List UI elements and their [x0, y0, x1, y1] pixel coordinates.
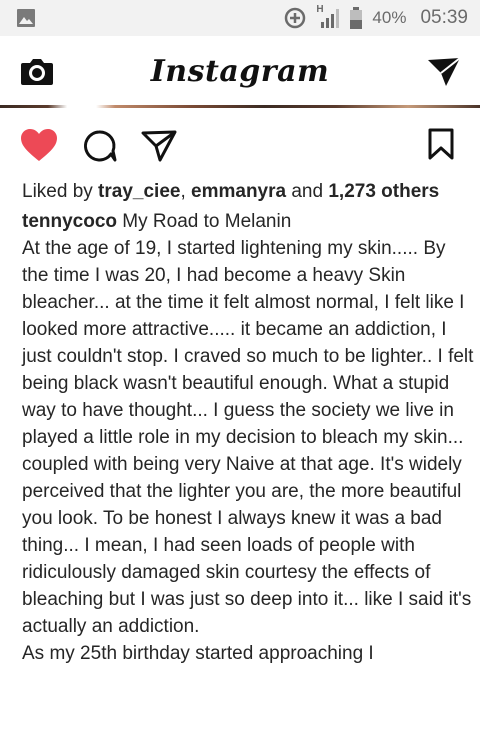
clock: 05:39 [420, 7, 468, 28]
likes-and: and [286, 181, 329, 202]
post-caption: tennycoco My Road to Melanin At the age … [22, 208, 474, 667]
caption-username[interactable]: tennycoco [22, 211, 117, 232]
liker-link[interactable]: tray_ciee [98, 181, 180, 202]
signal-icon: H [316, 4, 340, 29]
data-saver-icon [284, 7, 306, 29]
heart-icon[interactable] [20, 128, 58, 162]
caption-title: My Road to Melanin [117, 211, 292, 232]
liker-link[interactable]: emmanyra [191, 181, 286, 202]
gallery-icon [16, 8, 36, 28]
likes-line: Liked by tray_ciee, emmanyra and 1,273 o… [22, 180, 472, 204]
app-header: Instagram [0, 36, 480, 106]
caption-paragraph: As my 25th birthday started approaching … [22, 643, 374, 664]
direct-message-icon[interactable] [426, 56, 462, 88]
likes-prefix: Liked by [22, 181, 99, 202]
post-action-bar [0, 108, 480, 178]
status-bar: H 40% 05:39 [0, 0, 480, 36]
likes-count-link[interactable]: 1,273 others [328, 181, 439, 202]
caption-paragraph: At the age of 19, I started lightening m… [22, 238, 474, 637]
share-icon[interactable] [141, 130, 177, 162]
comment-icon[interactable] [82, 129, 118, 163]
network-type: H [316, 4, 324, 15]
bookmark-icon[interactable] [428, 128, 454, 160]
battery-percent: 40% [372, 8, 407, 27]
likes-sep: , [180, 181, 192, 202]
instagram-logo: Instagram [150, 54, 330, 89]
battery-icon [350, 7, 363, 29]
